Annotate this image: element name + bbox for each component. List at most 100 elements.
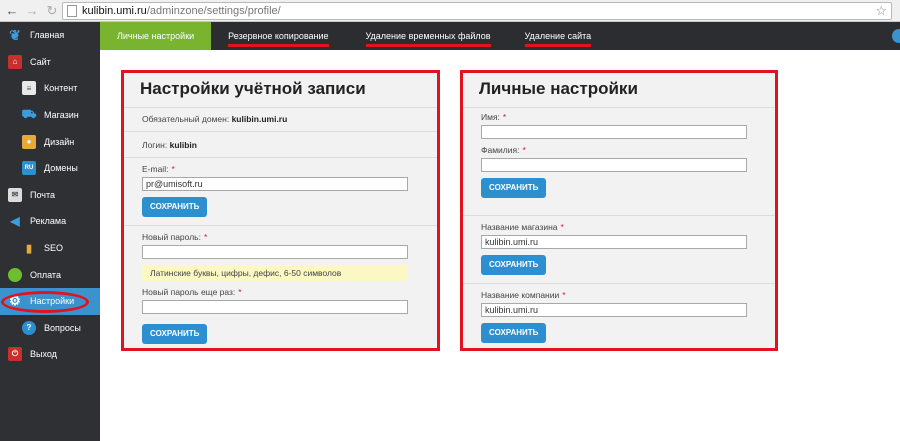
- email-label: E-mail:: [142, 164, 169, 174]
- sidebar-item-label: Вопросы: [44, 322, 81, 333]
- sidebar-item-questions[interactable]: ? Вопросы: [0, 315, 100, 342]
- tab-delete-temp-files[interactable]: Удаление временных файлов: [346, 22, 511, 50]
- sidebar: ❦ Главная ⌂ Сайт ≡ Контент ⛟ Магазин ● Дизайн…: [0, 22, 100, 441]
- sidebar-item-content[interactable]: ≡ Контент: [0, 75, 100, 102]
- surname-label: Фамилия:: [481, 145, 520, 155]
- cart-icon: ⛟: [21, 107, 37, 122]
- name-label: Имя:: [481, 112, 500, 122]
- shop-section: Название магазина* Сохранить: [463, 215, 775, 283]
- name-section: Имя: * Фамилия: * Сохранить: [463, 107, 775, 215]
- sidebar-item-label: SEO: [44, 243, 64, 254]
- address-bar[interactable]: kulibin.umi.ru/adminzone/settings/profil…: [62, 2, 892, 20]
- tab-personal-settings[interactable]: Личные настройки: [100, 22, 212, 50]
- login-row: Логин: kulibin: [124, 131, 437, 157]
- domain-icon: RU: [22, 161, 36, 176]
- sidebar-item-design[interactable]: ● Дизайн: [0, 128, 100, 155]
- company-name-field[interactable]: [481, 303, 747, 317]
- personal-settings-title: Личные настройки: [479, 79, 638, 98]
- tab-delete-site[interactable]: Удаление сайта: [511, 22, 606, 50]
- sidebar-item-seo[interactable]: ▮ SEO: [0, 235, 100, 262]
- sidebar-item-mail[interactable]: ✉ Почта: [0, 182, 100, 209]
- sidebar-item-label: Дизайн: [44, 136, 75, 147]
- sidebar-item-label: Домены: [44, 163, 78, 174]
- account-settings-panel: Настройки учётной записи Обязательный до…: [121, 70, 440, 351]
- save-email-button[interactable]: Сохранить: [142, 197, 208, 217]
- surname-field[interactable]: [481, 158, 747, 172]
- required-mark: *: [562, 290, 566, 300]
- sidebar-item-site[interactable]: ⌂ Сайт: [0, 49, 100, 76]
- settings-tab-bar: Личные настройки Резервное копирование У…: [100, 22, 900, 50]
- password-section: Новый пароль: * Латинские буквы, цифры, д…: [124, 225, 437, 354]
- password-hint: Латинские буквы, цифры, дефис, 6-50 симв…: [142, 265, 408, 281]
- sidebar-item-settings[interactable]: ⚙ Настройки: [0, 287, 100, 315]
- email-field[interactable]: [142, 177, 408, 191]
- name-field[interactable]: [481, 125, 747, 139]
- url-path: /adminzone/settings/profile/: [146, 5, 281, 17]
- login-value: kulibin: [169, 140, 197, 150]
- email-section: E-mail:* Сохранить: [124, 157, 437, 225]
- required-mark: *: [171, 164, 175, 174]
- bar-chart-icon: ▮: [25, 242, 33, 255]
- page-icon: [67, 5, 77, 17]
- annotation-underline: [524, 44, 592, 47]
- home-icon: ⌂: [8, 54, 22, 69]
- save-shop-button[interactable]: Сохранить: [481, 255, 547, 275]
- required-mark: *: [502, 112, 507, 122]
- power-icon: ⏻: [8, 347, 22, 362]
- login-label: Логин:: [142, 140, 168, 150]
- sidebar-item-shop[interactable]: ⛟ Магазин: [0, 102, 100, 129]
- save-name-button[interactable]: Сохранить: [481, 178, 547, 198]
- document-icon: ≡: [22, 81, 36, 96]
- required-mark: *: [560, 222, 564, 232]
- sidebar-item-home[interactable]: ❦ Главная: [0, 22, 100, 49]
- repeat-password-field[interactable]: [142, 300, 408, 314]
- company-section: Название компании* Сохранить: [463, 283, 775, 353]
- back-arrow-icon[interactable]: ←: [2, 1, 22, 21]
- sidebar-item-domains[interactable]: RU Домены: [0, 155, 100, 182]
- annotation-underline: [228, 44, 329, 47]
- tab-label: Удаление сайта: [524, 31, 592, 41]
- personal-settings-panel: Личные настройки Имя: * Фамилия: * Сохрани…: [460, 70, 778, 351]
- megaphone-icon: ◀: [10, 214, 20, 229]
- mail-icon: ✉: [8, 187, 22, 202]
- sidebar-item-payment[interactable]: Оплата: [0, 261, 100, 288]
- sidebar-item-label: Магазин: [44, 110, 79, 121]
- repeat-password-label: Новый пароль еще раз:: [142, 287, 236, 297]
- save-company-button[interactable]: Сохранить: [481, 323, 547, 343]
- annotation-underline: [365, 44, 491, 47]
- bookmark-star-icon[interactable]: ☆: [875, 3, 887, 19]
- sidebar-item-ads[interactable]: ◀ Реклама: [0, 208, 100, 235]
- account-settings-title: Настройки учётной записи: [140, 79, 366, 98]
- sidebar-item-logout[interactable]: ⏻ Выход: [0, 341, 100, 368]
- save-password-button[interactable]: Сохранить: [142, 324, 208, 344]
- sidebar-item-label: Главная: [30, 30, 65, 41]
- tab-backup[interactable]: Резервное копирование: [211, 22, 345, 50]
- domain-value: kulibin.umi.ru: [231, 114, 288, 124]
- required-mark: *: [203, 232, 208, 242]
- payment-icon: [8, 267, 22, 282]
- tab-label: Удаление временных файлов: [365, 31, 491, 41]
- required-mark: *: [238, 287, 242, 297]
- annotation-ellipse: [1, 290, 89, 313]
- question-icon: ?: [22, 320, 36, 335]
- required-mark: *: [522, 145, 526, 155]
- reload-icon[interactable]: ↻: [42, 1, 62, 21]
- sidebar-item-label: Оплата: [30, 269, 61, 280]
- sidebar-item-label: Почта: [30, 189, 55, 200]
- sidebar-item-label: Контент: [44, 83, 78, 94]
- butterfly-icon: ❦: [9, 26, 21, 43]
- url-host: kulibin.umi.ru: [82, 5, 147, 17]
- new-password-field[interactable]: [142, 245, 408, 259]
- shop-name-field[interactable]: [481, 235, 747, 249]
- browser-toolbar: ← → ↻ kulibin.umi.ru/adminzone/settings/…: [0, 0, 900, 22]
- sidebar-item-label: Сайт: [30, 56, 51, 67]
- sidebar-item-label: Выход: [30, 349, 57, 360]
- help-icon[interactable]: [892, 29, 900, 43]
- new-password-label: Новый пароль:: [142, 232, 201, 242]
- forward-arrow-icon[interactable]: →: [22, 1, 42, 21]
- sidebar-item-label: Реклама: [30, 216, 67, 227]
- shop-name-label: Название магазина: [481, 222, 558, 232]
- palette-icon: ●: [22, 134, 36, 149]
- domain-label: Обязательный домен:: [142, 114, 230, 124]
- tab-label: Резервное копирование: [228, 31, 329, 41]
